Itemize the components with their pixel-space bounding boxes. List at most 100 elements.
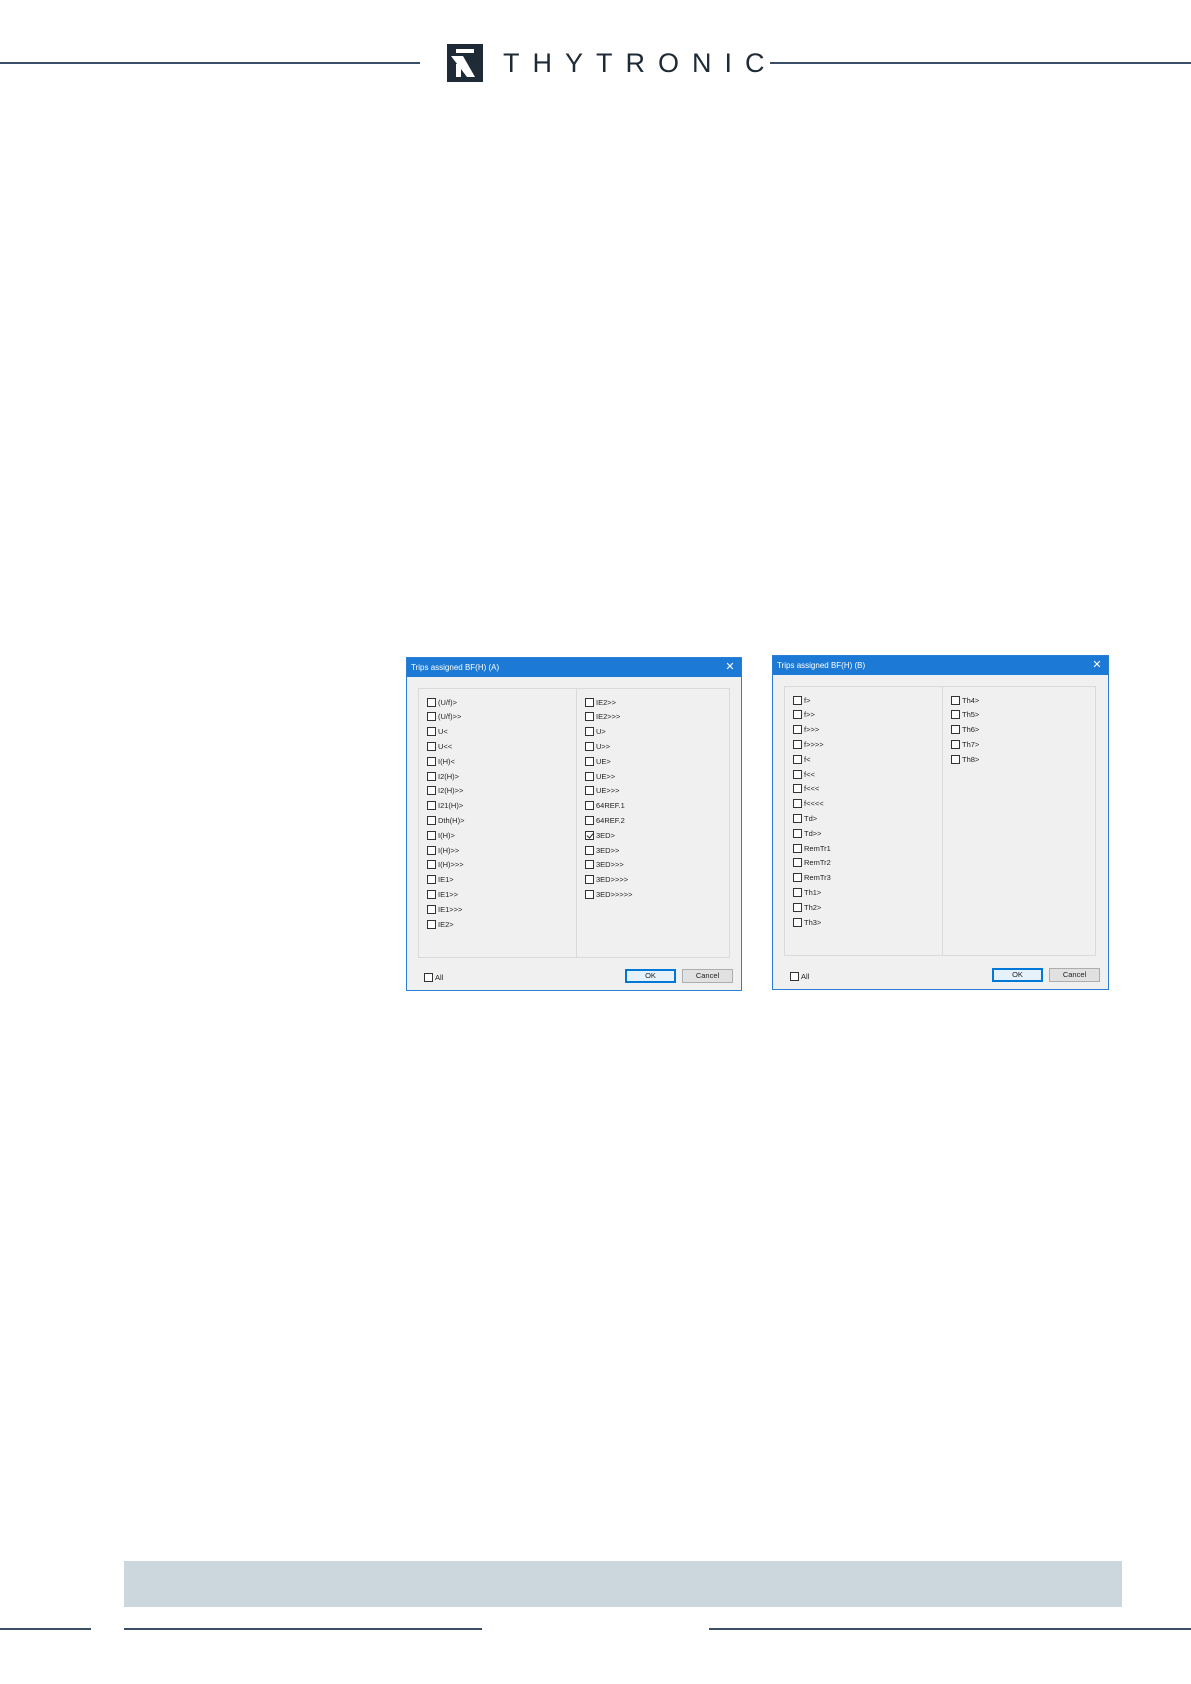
checkbox[interactable]: [585, 830, 594, 840]
checkbox-item[interactable]: Td>>: [793, 826, 822, 840]
checkbox[interactable]: [951, 710, 960, 720]
checkbox-item[interactable]: Td>: [793, 811, 817, 825]
close-icon[interactable]: ✕: [724, 658, 736, 677]
cancel-button[interactable]: Cancel: [1049, 968, 1100, 982]
checkbox[interactable]: [793, 813, 802, 823]
checkbox-item[interactable]: f>>>>: [793, 737, 824, 751]
checkbox-item[interactable]: I(H)<: [427, 754, 455, 768]
checkbox[interactable]: [585, 889, 594, 899]
checkbox-item[interactable]: f<<<<: [793, 797, 824, 811]
checkbox-item[interactable]: f<<<: [793, 782, 819, 796]
checkbox[interactable]: [427, 771, 436, 781]
checkbox-item[interactable]: I(H)>: [427, 828, 455, 842]
checkbox-item[interactable]: IE2>>: [585, 695, 616, 709]
checkbox-item[interactable]: IE1>: [427, 873, 454, 887]
checkbox-item[interactable]: Th5>: [951, 708, 979, 722]
checkbox[interactable]: [793, 754, 802, 764]
checkbox-item[interactable]: I(H)>>: [427, 843, 459, 857]
checkbox[interactable]: [793, 887, 802, 897]
checkbox[interactable]: [951, 695, 960, 705]
checkbox[interactable]: [585, 727, 594, 737]
checkbox[interactable]: [585, 712, 594, 722]
checkbox[interactable]: [793, 902, 802, 912]
checkbox[interactable]: [951, 725, 960, 735]
checkbox[interactable]: [427, 919, 436, 929]
checkbox-item[interactable]: f<<: [793, 767, 815, 781]
checkbox[interactable]: [585, 815, 594, 825]
checkbox[interactable]: [427, 875, 436, 885]
checkbox[interactable]: [585, 801, 594, 811]
checkbox[interactable]: [427, 845, 436, 855]
dialog-titlebar[interactable]: Trips assigned BF(H) (A) ✕: [407, 658, 741, 677]
checkbox[interactable]: [793, 873, 802, 883]
checkbox-item[interactable]: 64REF.2: [585, 813, 625, 827]
checkbox-item[interactable]: RemTr1: [793, 841, 831, 855]
checkbox[interactable]: [424, 973, 433, 982]
checkbox-item[interactable]: Th1>: [793, 885, 821, 899]
checkbox[interactable]: [585, 860, 594, 870]
checkbox[interactable]: [793, 858, 802, 868]
checkbox-item[interactable]: IE2>>>: [585, 710, 620, 724]
checkbox-item[interactable]: Th4>: [951, 693, 979, 707]
checkbox-item[interactable]: Dth(H)>: [427, 813, 464, 827]
checkbox[interactable]: [793, 799, 802, 809]
cancel-button[interactable]: Cancel: [682, 969, 733, 983]
checkbox-item[interactable]: UE>>>: [585, 784, 620, 798]
checkbox[interactable]: [427, 830, 436, 840]
checkbox-item[interactable]: 3ED>>>>>: [585, 887, 633, 901]
checkbox-item[interactable]: Th7>: [951, 737, 979, 751]
checkbox[interactable]: [585, 845, 594, 855]
checkbox-item[interactable]: Th6>: [951, 723, 979, 737]
checkbox-item[interactable]: 3ED>>: [585, 843, 619, 857]
checkbox[interactable]: [793, 710, 802, 720]
checkbox[interactable]: [793, 828, 802, 838]
checkbox-item[interactable]: U<<: [427, 739, 452, 753]
checkbox[interactable]: [793, 739, 802, 749]
checkbox-item[interactable]: 64REF.1: [585, 799, 625, 813]
checkbox-item[interactable]: f>>>: [793, 723, 819, 737]
checkbox-item[interactable]: IE1>>: [427, 887, 458, 901]
checkbox-item[interactable]: f>>: [793, 708, 815, 722]
checkbox-item[interactable]: U<: [427, 725, 448, 739]
checkbox-item[interactable]: UE>: [585, 754, 611, 768]
all-checkbox[interactable]: All: [424, 973, 443, 982]
close-icon[interactable]: ✕: [1091, 656, 1103, 675]
checkbox[interactable]: [585, 875, 594, 885]
checkbox-item[interactable]: Th2>: [793, 900, 821, 914]
checkbox[interactable]: [585, 786, 594, 796]
checkbox[interactable]: [585, 756, 594, 766]
checkbox[interactable]: [427, 727, 436, 737]
checkbox[interactable]: [793, 769, 802, 779]
checkbox[interactable]: [427, 712, 436, 722]
checkbox-item[interactable]: IE2>: [427, 917, 454, 931]
checkbox[interactable]: [427, 786, 436, 796]
checkbox-item[interactable]: (U/f)>: [427, 695, 457, 709]
checkbox[interactable]: [951, 739, 960, 749]
checkbox-item[interactable]: RemTr2: [793, 856, 831, 870]
checkbox[interactable]: [427, 756, 436, 766]
checkbox-item[interactable]: UE>>: [585, 769, 615, 783]
checkbox-item[interactable]: RemTr3: [793, 871, 831, 885]
checkbox-item[interactable]: f<: [793, 752, 810, 766]
checkbox-item[interactable]: I2(H)>: [427, 769, 459, 783]
checkbox[interactable]: [585, 741, 594, 751]
dialog-titlebar[interactable]: Trips assigned BF(H) (B) ✕: [773, 656, 1108, 675]
checkbox-item[interactable]: I2(H)>>: [427, 784, 463, 798]
checkbox[interactable]: [427, 904, 436, 914]
checkbox-item[interactable]: Th8>: [951, 752, 979, 766]
checkbox[interactable]: [793, 917, 802, 927]
all-checkbox[interactable]: All: [790, 972, 809, 981]
checkbox-item[interactable]: I21(H)>: [427, 799, 463, 813]
checkbox[interactable]: [427, 860, 436, 870]
checkbox[interactable]: [790, 972, 799, 981]
ok-button[interactable]: OK: [992, 968, 1043, 982]
checkbox[interactable]: [585, 697, 594, 707]
checkbox[interactable]: [951, 754, 960, 764]
checkbox-item[interactable]: f>: [793, 693, 810, 707]
checkbox-item[interactable]: Th3>: [793, 915, 821, 929]
checkbox-item[interactable]: 3ED>>>>: [585, 873, 628, 887]
checkbox-item[interactable]: IE1>>>: [427, 902, 462, 916]
checkbox[interactable]: [427, 815, 436, 825]
checkbox[interactable]: [427, 801, 436, 811]
checkbox[interactable]: [793, 725, 802, 735]
